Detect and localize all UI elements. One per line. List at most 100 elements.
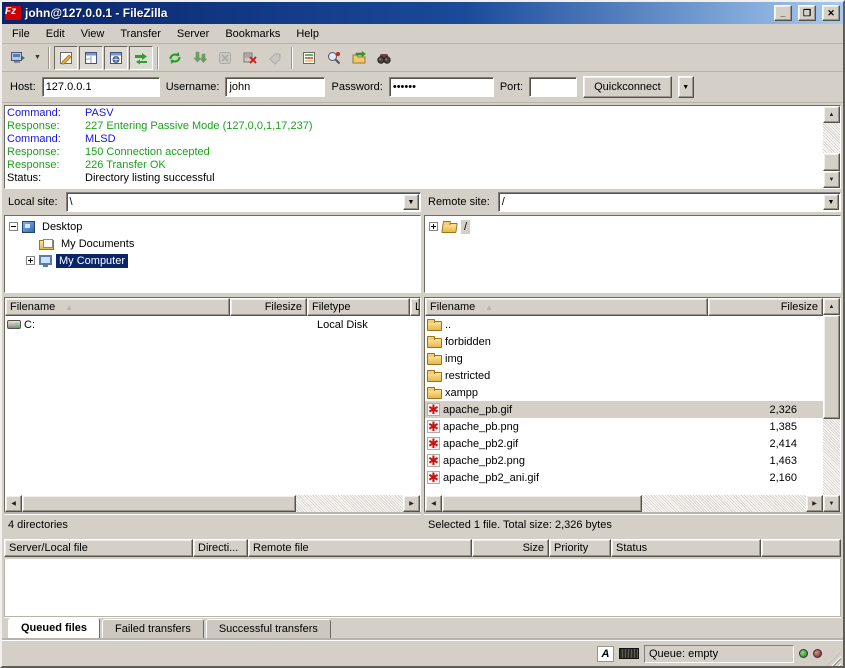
toggle-remote-tree-button[interactable] <box>104 46 128 70</box>
tab-successful-transfers[interactable]: Successful transfers <box>206 619 331 640</box>
toggle-transfer-queue-button[interactable] <box>129 46 153 70</box>
scroll-right-icon[interactable]: ▶ <box>403 495 420 512</box>
scroll-down-icon[interactable]: ▼ <box>823 171 840 188</box>
queue-column-priority[interactable]: Priority <box>549 539 611 557</box>
resize-grip[interactable] <box>827 652 841 666</box>
expand-icon[interactable] <box>26 256 35 265</box>
tree-item-label: Desktop <box>39 220 85 234</box>
log-line-label: Command: <box>7 133 85 146</box>
port-input[interactable] <box>529 77 577 97</box>
desktop-icon <box>22 221 35 233</box>
window-title: john@127.0.0.1 - FileZilla <box>25 6 768 20</box>
column-header-l[interactable]: L <box>410 298 420 316</box>
message-log-scrollbar[interactable]: ▲ ▼ <box>823 106 840 188</box>
local-site-combo[interactable]: \ ▼ <box>66 192 421 212</box>
queue-column-size[interactable]: Size <box>472 539 549 557</box>
titlebar[interactable]: Fz john@127.0.0.1 - FileZilla _ ❒ ✕ <box>2 2 843 24</box>
image-icon: ✱ <box>427 420 440 433</box>
image-icon: ✱ <box>427 403 440 416</box>
local-site-dropdown-icon[interactable]: ▼ <box>403 194 419 210</box>
scrollbar-thumb[interactable] <box>823 315 840 419</box>
scrollbar-thumb[interactable] <box>442 495 642 512</box>
toggle-local-tree-button[interactable] <box>79 46 103 70</box>
find-files-button[interactable] <box>372 46 396 70</box>
site-manager-button[interactable] <box>6 46 30 70</box>
queue-column-server-local-file[interactable]: Server/Local file <box>4 539 193 557</box>
tree-item-my-documents[interactable]: My Documents <box>5 235 420 252</box>
remote-hscrollbar[interactable]: ◀ ▶ <box>425 495 823 512</box>
tree-item--[interactable]: / <box>425 218 840 235</box>
file-row-apache-pb2-ani-gif[interactable]: ✱apache_pb2_ani.gif2,160 <box>425 469 823 486</box>
tree-item-desktop[interactable]: Desktop <box>5 218 420 235</box>
folder-icon <box>427 355 442 365</box>
tab-queued-files[interactable]: Queued files <box>8 618 100 640</box>
scroll-left-icon[interactable]: ◀ <box>5 495 22 512</box>
file-row-apache-pb-gif[interactable]: ✱apache_pb.gif2,326 <box>425 401 823 418</box>
local-hscrollbar[interactable]: ◀ ▶ <box>5 495 420 512</box>
folder-icon <box>427 338 442 348</box>
minimize-button[interactable]: _ <box>774 5 792 21</box>
column-header-filename[interactable]: Filename▲ <box>5 298 230 316</box>
filezilla-window: Fz john@127.0.0.1 - FileZilla _ ❒ ✕ File… <box>0 0 845 668</box>
menu-item-transfer[interactable]: Transfer <box>112 26 169 42</box>
expand-icon[interactable] <box>429 222 438 231</box>
toggle-message-log-button[interactable] <box>54 46 78 70</box>
scroll-left-icon[interactable]: ◀ <box>425 495 442 512</box>
site-manager-dropdown-button[interactable]: ▼ <box>31 46 44 70</box>
close-button[interactable]: ✕ <box>822 5 840 21</box>
process-queue-button[interactable] <box>188 46 212 70</box>
file-row-xampp[interactable]: xampp <box>425 384 823 401</box>
queue-column-status[interactable]: Status <box>611 539 761 557</box>
scrollbar-track[interactable] <box>22 495 403 512</box>
remote-vscrollbar[interactable]: ▲ ▼ <box>823 298 840 512</box>
file-row-img[interactable]: img <box>425 350 823 367</box>
maximize-button[interactable]: ❒ <box>798 5 816 21</box>
menu-item-edit[interactable]: Edit <box>38 26 73 42</box>
username-input[interactable] <box>225 77 325 97</box>
tab-failed-transfers[interactable]: Failed transfers <box>102 619 204 640</box>
column-header-filesize[interactable]: Filesize <box>708 298 823 316</box>
directory-comparison-button[interactable] <box>297 46 321 70</box>
password-input[interactable] <box>389 77 494 97</box>
column-header-filename[interactable]: Filename▲ <box>425 298 708 316</box>
scrollbar-track[interactable] <box>823 315 840 495</box>
scrollbar-thumb[interactable] <box>22 495 296 512</box>
disconnect-button[interactable] <box>238 46 262 70</box>
file-row-apache-pb2-png[interactable]: ✱apache_pb2.png1,463 <box>425 452 823 469</box>
scrollbar-thumb[interactable] <box>823 153 840 171</box>
quickconnect-dropdown-button[interactable]: ▼ <box>678 76 694 98</box>
scrollbar-track[interactable] <box>823 123 840 171</box>
toolbar-separator <box>48 47 50 69</box>
file-row--[interactable]: .. <box>425 316 823 333</box>
folder-open-icon <box>441 223 457 233</box>
menu-item-bookmarks[interactable]: Bookmarks <box>217 26 288 42</box>
host-input[interactable] <box>42 77 160 97</box>
column-header-filesize[interactable]: Filesize <box>230 298 307 316</box>
collapse-icon[interactable] <box>9 222 18 231</box>
scroll-down-icon[interactable]: ▼ <box>823 495 840 512</box>
scrollbar-track[interactable] <box>442 495 806 512</box>
refresh-button[interactable] <box>163 46 187 70</box>
file-row-restricted[interactable]: restricted <box>425 367 823 384</box>
column-header-filetype[interactable]: Filetype <box>307 298 410 316</box>
synchronized-browsing-button[interactable] <box>347 46 371 70</box>
file-row-apache-pb-png[interactable]: ✱apache_pb.png1,385 <box>425 418 823 435</box>
file-row-apache-pb2-gif[interactable]: ✱apache_pb2.gif2,414 <box>425 435 823 452</box>
scroll-up-icon[interactable]: ▲ <box>823 298 840 315</box>
menu-item-server[interactable]: Server <box>169 26 217 42</box>
menu-item-view[interactable]: View <box>73 26 113 42</box>
remote-site-combo[interactable]: / ▼ <box>498 192 841 212</box>
file-row-c-[interactable]: C:Local Disk <box>5 316 420 333</box>
queue-column-remote-file[interactable]: Remote file <box>248 539 472 557</box>
speed-limits-icon[interactable] <box>619 648 639 659</box>
menu-item-help[interactable]: Help <box>288 26 327 42</box>
quickconnect-button[interactable]: Quickconnect <box>583 76 672 98</box>
scroll-right-icon[interactable]: ▶ <box>806 495 823 512</box>
remote-site-dropdown-icon[interactable]: ▼ <box>823 194 839 210</box>
file-row-forbidden[interactable]: forbidden <box>425 333 823 350</box>
queue-column-directi-[interactable]: Directi... <box>193 539 248 557</box>
filter-button[interactable] <box>322 46 346 70</box>
tree-item-my-computer[interactable]: My Computer <box>5 252 420 269</box>
menu-item-file[interactable]: File <box>4 26 38 42</box>
scroll-up-icon[interactable]: ▲ <box>823 106 840 123</box>
